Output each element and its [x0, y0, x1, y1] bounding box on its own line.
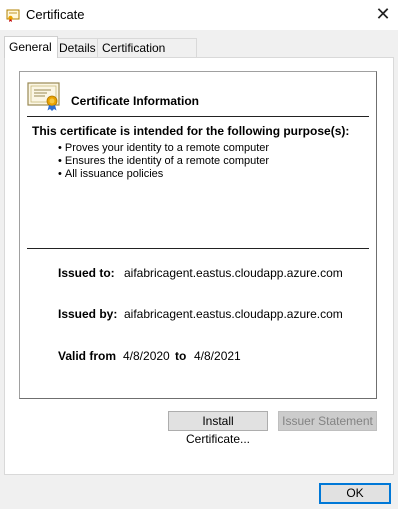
title-bar: Certificate ✕ [0, 0, 398, 30]
tab-details[interactable]: Details [54, 38, 102, 57]
window-title: Certificate [26, 7, 85, 22]
valid-from-value: 4/8/2020 [123, 349, 170, 363]
divider-top [27, 116, 369, 117]
list-item: All issuance policies [58, 168, 269, 181]
issued-to-value[interactable]: aifabricagent.eastus.cloudapp.azure.com [124, 266, 343, 280]
purpose-list: Proves your identity to a remote compute… [58, 142, 269, 181]
issued-by-value[interactable]: aifabricagent.eastus.cloudapp.azure.com [124, 307, 343, 321]
tab-general[interactable]: General [4, 36, 58, 58]
divider-bottom [27, 248, 369, 249]
close-button[interactable]: ✕ [368, 0, 398, 30]
list-item: Ensures the identity of a remote compute… [58, 155, 269, 168]
issued-to-label: Issued to: [58, 266, 115, 280]
certificate-ribbon-icon [27, 82, 60, 111]
valid-from-label: Valid from [58, 349, 117, 363]
tab-certification-path[interactable]: Certification Path [97, 38, 197, 73]
purpose-heading: This certificate is intended for the fol… [32, 124, 350, 138]
issuer-statement-button[interactable]: Issuer Statement [278, 411, 377, 431]
certificate-info-box: Certificate Information This certificate… [19, 71, 377, 399]
certificate-info-title: Certificate Information [71, 94, 200, 108]
certificate-icon [6, 9, 20, 22]
general-tab-panel: Certificate Information This certificate… [4, 57, 394, 475]
ok-button[interactable]: OK [319, 483, 391, 504]
tab-strip: General Details Certification Path [0, 36, 398, 73]
list-item: Proves your identity to a remote compute… [58, 142, 269, 155]
close-icon: ✕ [375, 4, 391, 24]
issued-by-label: Issued by: [58, 307, 118, 321]
valid-to-value: 4/8/2021 [194, 349, 241, 363]
install-certificate-button[interactable]: Install Certificate... [168, 411, 268, 446]
valid-to-label: to [175, 349, 187, 363]
